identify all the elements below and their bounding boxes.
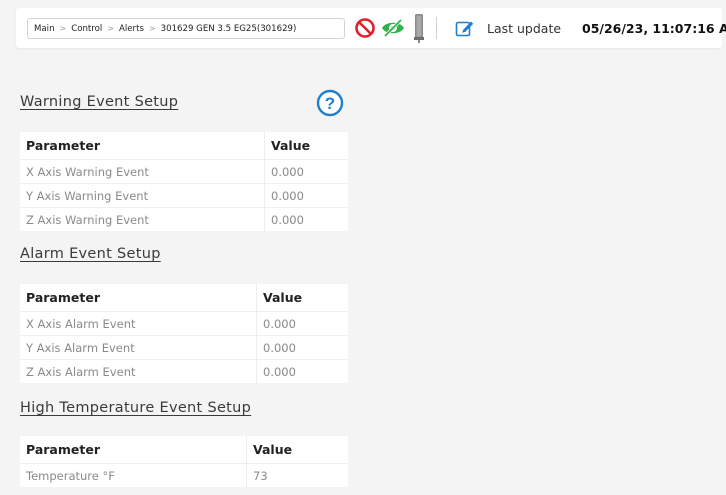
parameter-cell: Z Axis Alarm Event xyxy=(20,359,257,383)
parameter-cell: X Axis Warning Event xyxy=(20,159,265,184)
parameter-cell: X Axis Alarm Event xyxy=(20,311,257,336)
last-update-value: 05/26/23, 11:07:16 AM xyxy=(582,20,726,36)
parameter-cell: Temperature °F xyxy=(20,463,247,487)
table-row[interactable]: Temperature °F 73 xyxy=(20,463,348,487)
svg-text:?: ? xyxy=(325,94,335,113)
table-row[interactable]: Z Axis Alarm Event 0.000 xyxy=(20,359,348,383)
table-header-row: Parameter Value xyxy=(20,284,348,312)
warning-table: Parameter Value X Axis Warning Event 0.0… xyxy=(20,132,348,231)
alarm-section-title: Alarm Event Setup xyxy=(20,246,161,262)
parameter-cell: Y Axis Alarm Event xyxy=(20,335,257,360)
visibility-off-icon[interactable] xyxy=(380,17,406,39)
breadcrumb-separator: > xyxy=(59,24,67,33)
breadcrumb-separator: > xyxy=(107,24,114,33)
breadcrumb-separator: > xyxy=(148,24,156,33)
breadcrumb-item-alerts[interactable]: Alerts xyxy=(119,24,144,34)
edit-icon[interactable] xyxy=(455,18,475,38)
value-header: Value xyxy=(246,436,348,464)
table-row[interactable]: X Axis Warning Event 0.000 xyxy=(20,159,348,184)
temperature-table: Parameter Value Temperature °F 73 xyxy=(20,436,348,487)
sensor-device-icon[interactable] xyxy=(412,12,426,44)
value-header: Value xyxy=(256,284,348,312)
parameter-cell: Z Axis Warning Event xyxy=(20,207,265,231)
help-icon[interactable]: ? xyxy=(316,89,344,117)
value-cell[interactable]: 0.000 xyxy=(264,159,348,184)
value-cell[interactable]: 0.000 xyxy=(256,359,348,383)
table-row[interactable]: Z Axis Warning Event 0.000 xyxy=(20,207,348,231)
value-cell[interactable]: 73 xyxy=(246,463,348,487)
no-entry-icon[interactable] xyxy=(354,17,376,39)
parameter-header: Parameter xyxy=(20,436,247,464)
breadcrumb: Main > Control > Alerts > 301629 GEN 3.5… xyxy=(27,18,345,39)
value-cell[interactable]: 0.000 xyxy=(256,311,348,336)
parameter-cell: Y Axis Warning Event xyxy=(20,183,265,208)
toolbar-divider xyxy=(436,17,437,39)
table-row[interactable]: X Axis Alarm Event 0.000 xyxy=(20,311,348,336)
parameter-header: Parameter xyxy=(20,132,265,160)
breadcrumb-item-main[interactable]: Main xyxy=(34,24,55,34)
last-update-label: Last update xyxy=(487,21,562,36)
table-row[interactable]: Y Axis Warning Event 0.000 xyxy=(20,183,348,208)
breadcrumb-item-control[interactable]: Control xyxy=(71,24,102,34)
value-cell[interactable]: 0.000 xyxy=(256,335,348,360)
value-header: Value xyxy=(264,132,348,160)
alarm-table: Parameter Value X Axis Alarm Event 0.000… xyxy=(20,284,348,383)
temperature-section-title: High Temperature Event Setup xyxy=(20,400,252,416)
parameter-header: Parameter xyxy=(20,284,257,312)
table-header-row: Parameter Value xyxy=(20,436,348,464)
top-toolbar: Main > Control > Alerts > 301629 GEN 3.5… xyxy=(16,8,726,48)
value-cell[interactable]: 0.000 xyxy=(264,183,348,208)
value-cell[interactable]: 0.000 xyxy=(264,207,348,231)
breadcrumb-item-device[interactable]: 301629 GEN 3.5 EG25(301629) xyxy=(161,24,297,34)
warning-section-title: Warning Event Setup xyxy=(20,94,179,110)
table-row[interactable]: Y Axis Alarm Event 0.000 xyxy=(20,335,348,360)
table-header-row: Parameter Value xyxy=(20,132,348,160)
